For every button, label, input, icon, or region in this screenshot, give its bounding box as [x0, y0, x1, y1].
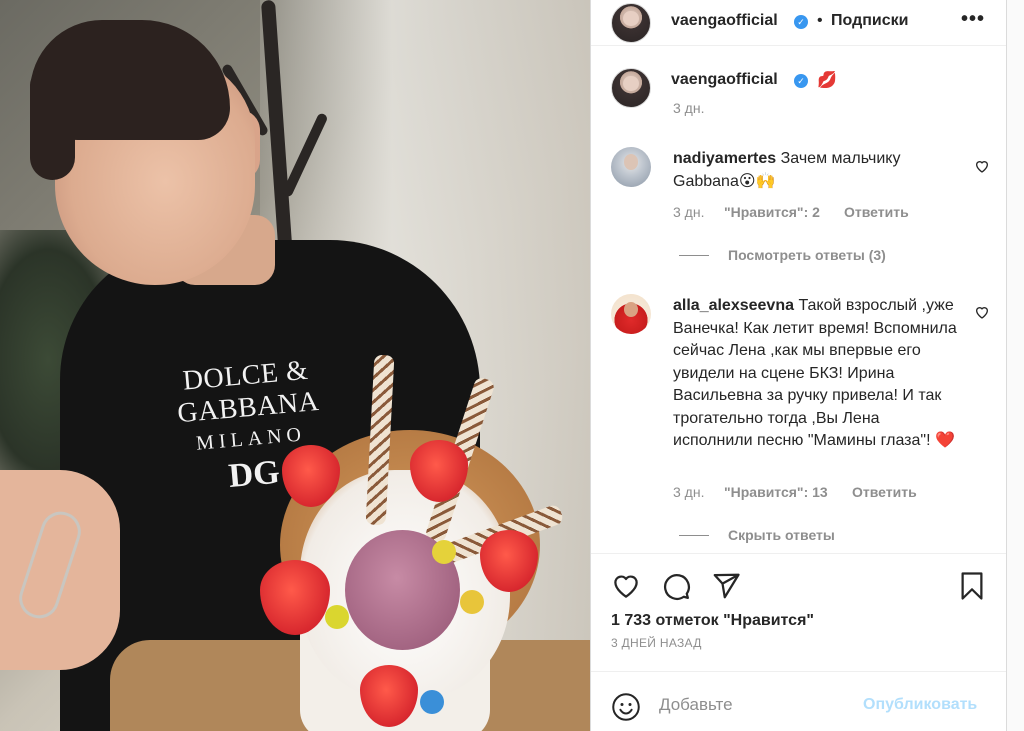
photo-candy	[460, 590, 484, 614]
post-header: vaengaofficial ✓ • Подписки •••	[591, 0, 1007, 46]
photo-hair	[30, 70, 75, 180]
photo-candy	[325, 605, 349, 629]
share-icon[interactable]	[711, 571, 741, 601]
comment-body: nadiyamertes Зачем мальчику Gabbana😮🙌	[673, 148, 943, 193]
reply-button[interactable]: Ответить	[852, 484, 917, 500]
photo-candy	[420, 690, 444, 714]
comment-username[interactable]: alla_alexseevna	[673, 297, 794, 314]
hide-replies-button[interactable]: Скрыть ответы	[728, 527, 835, 543]
publish-button[interactable]: Опубликовать	[863, 696, 977, 714]
window-edge	[1006, 0, 1024, 731]
comment-icon[interactable]	[661, 571, 691, 601]
like-comment-heart-icon[interactable]	[974, 158, 990, 174]
heart-icon[interactable]	[611, 571, 641, 601]
verified-icon: ✓	[794, 74, 808, 88]
reply-button[interactable]: Ответить	[844, 204, 909, 220]
header-username[interactable]: vaengaofficial	[671, 12, 778, 30]
comment-input[interactable]: Добавьте	[659, 695, 733, 715]
comment-body: alla_alexseevna Такой взрослый ,уже Ване…	[673, 295, 958, 453]
following-button[interactable]: Подписки	[831, 12, 908, 30]
comment-username[interactable]: nadiyamertes	[673, 150, 776, 167]
comment-likes[interactable]: "Нравится": 2	[724, 204, 820, 220]
comment-avatar[interactable]	[611, 147, 651, 187]
more-horizontal-icon[interactable]: •••	[961, 8, 985, 31]
bookmark-icon[interactable]	[957, 571, 987, 601]
likes-count[interactable]: 1 733 отметок "Нравится"	[611, 612, 814, 630]
post-photo[interactable]: DOLCE & GABBANA MILANO DG	[0, 0, 590, 731]
replies-divider	[679, 535, 709, 536]
header-separator: •	[817, 12, 823, 29]
comment-time[interactable]: 3 дн.	[673, 484, 704, 500]
replies-divider	[679, 255, 709, 256]
like-comment-heart-icon[interactable]	[974, 304, 990, 320]
caption-text: 💋	[817, 72, 837, 89]
verified-icon: ✓	[794, 15, 808, 29]
emoji-icon[interactable]	[611, 692, 641, 722]
photo-candy	[432, 540, 456, 564]
comment-likes[interactable]: "Нравится": 13	[724, 484, 828, 500]
caption-time[interactable]: 3 дн.	[673, 100, 704, 116]
caption-username[interactable]: vaengaofficial	[671, 71, 778, 89]
avatar[interactable]	[611, 3, 651, 43]
view-replies-button[interactable]: Посмотреть ответы (3)	[728, 247, 886, 263]
post-date[interactable]: 3 ДНЕЙ НАЗАД	[611, 636, 702, 650]
caption-avatar[interactable]	[611, 68, 651, 108]
comment-time[interactable]: 3 дн.	[673, 204, 704, 220]
comment-avatar[interactable]	[611, 294, 651, 334]
post-side-panel: vaengaofficial ✓ • Подписки ••• vaengaof…	[590, 0, 1007, 731]
comment-text: Такой взрослый ,уже Ванечка! Как летит в…	[673, 297, 957, 449]
